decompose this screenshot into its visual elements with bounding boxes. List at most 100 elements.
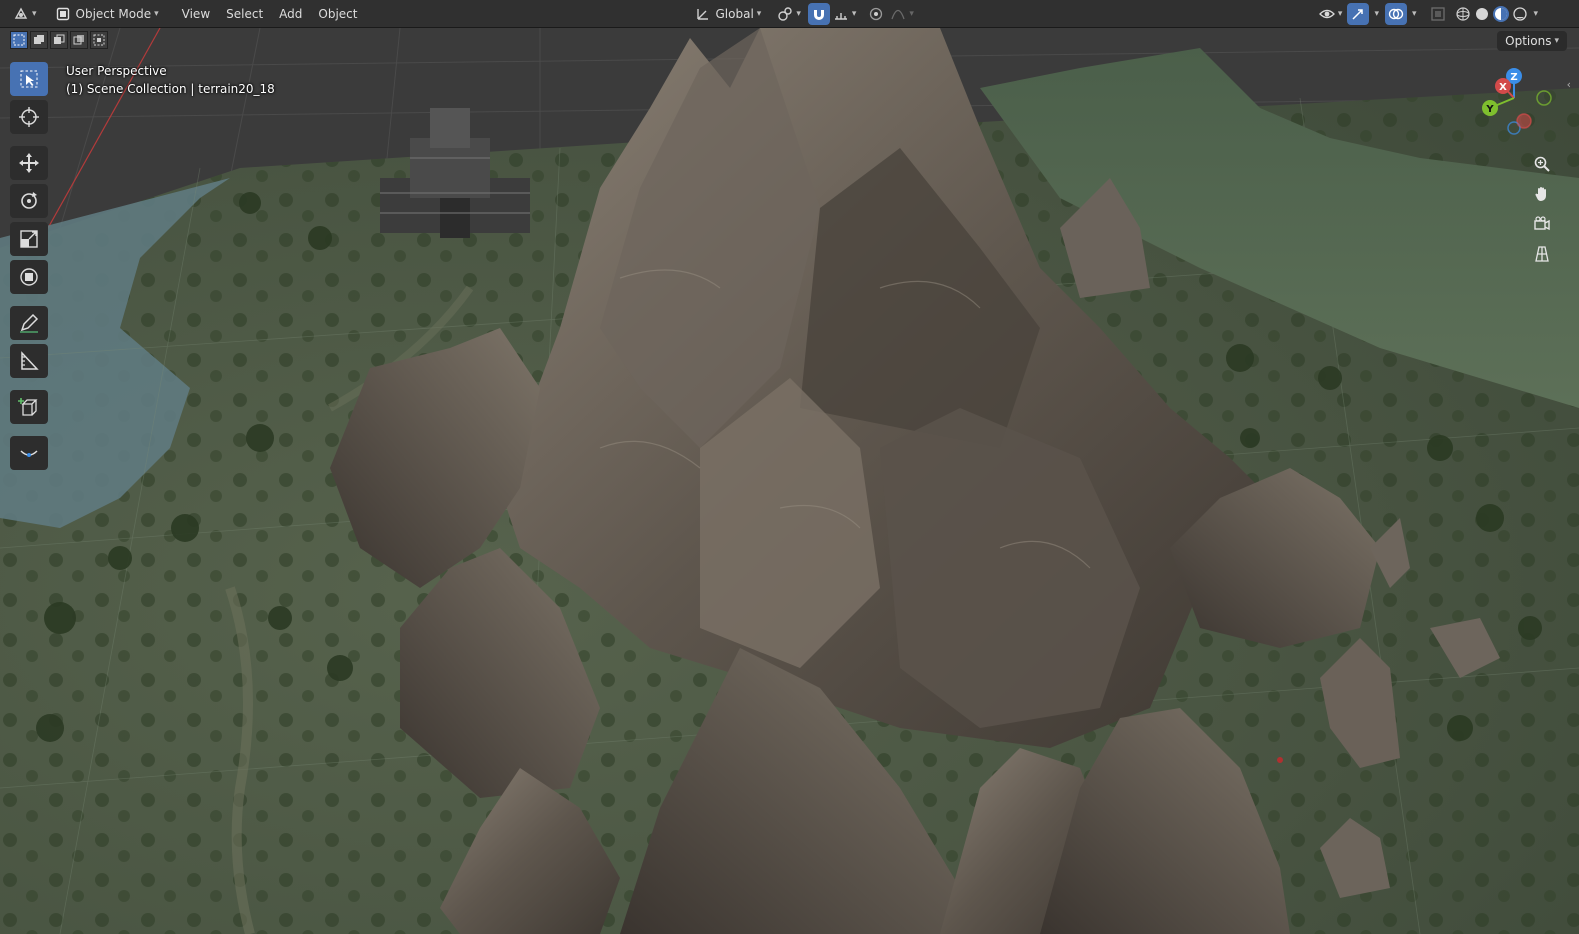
transform-tool[interactable] [10, 260, 48, 294]
camera-view-button[interactable] [1529, 212, 1555, 236]
chevron-down-icon: ▾ [154, 8, 159, 19]
select-cursor-icon [20, 70, 38, 88]
gizmo-toggle[interactable] [1347, 2, 1370, 25]
shading-buttons: ▾ [1455, 5, 1539, 22]
select-mode-bar [10, 31, 108, 49]
xray-toggle[interactable] [1427, 3, 1449, 25]
overlays-dropdown[interactable]: ▾ [1407, 3, 1419, 25]
magnifier-icon [1534, 156, 1550, 172]
rotate-icon [21, 192, 37, 209]
camera-icon [1534, 216, 1550, 231]
x-axis-label: X [1499, 82, 1507, 93]
pivot-icon [777, 6, 793, 22]
scale-tool[interactable] [10, 222, 48, 256]
header-menus: View Select Add Object [174, 3, 366, 25]
snap-increment-icon [833, 6, 849, 22]
annotate-tool[interactable] [10, 306, 48, 340]
proportional-edit-icon [868, 6, 884, 22]
chevron-down-icon: ▾ [851, 8, 857, 19]
orientation-label: Global [715, 6, 754, 21]
orientation-axes-icon [695, 6, 711, 22]
chevron-down-icon: ▾ [1374, 8, 1379, 19]
mode-label: Object Mode [75, 6, 152, 21]
proportional-edit-toggle[interactable] [865, 3, 887, 25]
shading-options-chevron-icon[interactable]: ▾ [1534, 9, 1539, 19]
chevron-down-icon: ▾ [796, 8, 801, 19]
neg-y-axis-icon[interactable] [1536, 90, 1552, 106]
viewport-navigation [1529, 152, 1555, 266]
falloff-curve-icon [890, 6, 906, 22]
visibility-dropdown[interactable]: ▾ [1316, 3, 1346, 25]
chevron-down-icon: ▾ [909, 8, 914, 19]
hand-icon [1535, 187, 1546, 202]
select-invert-button[interactable] [70, 31, 88, 49]
select-new-button[interactable] [10, 31, 28, 49]
projection-toggle-button[interactable] [1529, 242, 1555, 266]
rendered-shading-icon[interactable] [1512, 6, 1528, 22]
shrink-fatten-icon [20, 450, 38, 457]
viewport-header: ▾ Object Mode ▾ View Select Add Object G… [0, 0, 1579, 28]
object-mode-icon [55, 6, 71, 22]
shrink-fatten-tool[interactable] [10, 436, 48, 470]
snap-target-dropdown[interactable]: ▾ [830, 3, 860, 25]
move-tool[interactable] [10, 146, 48, 180]
select-intersect-button[interactable] [90, 31, 108, 49]
menu-view[interactable]: View [174, 3, 218, 25]
wireframe-shading-icon[interactable] [1455, 6, 1471, 22]
scene-collection-label: (1) Scene Collection | terrain20_18 [66, 82, 275, 96]
chevron-down-icon: ▾ [1411, 8, 1417, 19]
transform-orientation-dropdown[interactable]: Global ▾ [690, 3, 767, 25]
gizmo-arrow-icon [1350, 6, 1366, 22]
snap-toggle[interactable] [807, 2, 830, 25]
move-arrows-icon [19, 153, 39, 173]
navigation-gizmo[interactable]: Z X Y [1478, 66, 1558, 146]
viewport-scene [0, 28, 1579, 934]
viewport-info-overlay: User Perspective (1) Scene Collection | … [66, 62, 275, 98]
proportional-falloff-dropdown[interactable]: ▾ [887, 3, 917, 25]
pencil-icon [20, 313, 39, 333]
overlays-icon [1388, 6, 1404, 22]
editor-type-icon [13, 6, 29, 22]
gizmo-dropdown[interactable]: ▾ [1369, 3, 1381, 25]
menu-select[interactable]: Select [218, 3, 271, 25]
rotate-tool[interactable] [10, 184, 48, 218]
options-label: Options [1505, 34, 1552, 48]
mode-dropdown[interactable]: Object Mode ▾ [50, 3, 164, 25]
xray-icon [1430, 6, 1446, 22]
select-box-tool[interactable] [10, 62, 48, 96]
sidebar-toggle-chevron-icon[interactable]: ‹ [1567, 78, 1571, 91]
blender-window: ▾ Object Mode ▾ View Select Add Object G… [0, 0, 1579, 934]
chevron-down-icon: ▾ [1554, 36, 1559, 46]
menu-add[interactable]: Add [271, 3, 310, 25]
3d-viewport[interactable]: Options ▾ User Perspective (1) Scene Col… [0, 28, 1579, 934]
pan-button[interactable] [1529, 182, 1555, 206]
chevron-down-icon: ▾ [32, 8, 37, 19]
y-axis-label: Y [1485, 104, 1494, 115]
tool-shelf [10, 62, 48, 472]
select-extend-button[interactable] [30, 31, 48, 49]
magnet-icon [811, 6, 827, 22]
zoom-button[interactable] [1529, 152, 1555, 176]
add-cube-tool[interactable] [10, 390, 48, 424]
options-dropdown[interactable]: Options ▾ [1497, 31, 1567, 51]
solid-shading-icon[interactable] [1474, 6, 1490, 22]
view-name: User Perspective [66, 64, 167, 78]
material-shading-icon[interactable] [1492, 5, 1509, 22]
ruler-icon [21, 351, 39, 370]
grid-perspective-icon [1535, 246, 1549, 262]
editor-type-button[interactable]: ▾ [8, 3, 42, 25]
pivot-point-dropdown[interactable]: ▾ [772, 3, 806, 25]
crosshair-icon [19, 107, 39, 127]
cursor-tool[interactable] [10, 100, 48, 134]
transform-icon [20, 268, 38, 286]
measure-tool[interactable] [10, 344, 48, 378]
overlays-toggle[interactable] [1384, 2, 1407, 25]
eye-icon [1318, 6, 1335, 22]
add-cube-icon [18, 398, 38, 416]
chevron-down-icon: ▾ [756, 8, 762, 19]
select-subtract-button[interactable] [50, 31, 68, 49]
z-axis-label: Z [1510, 72, 1517, 83]
scale-icon [20, 230, 38, 248]
menu-object[interactable]: Object [310, 3, 365, 25]
chevron-down-icon: ▾ [1337, 8, 1343, 19]
